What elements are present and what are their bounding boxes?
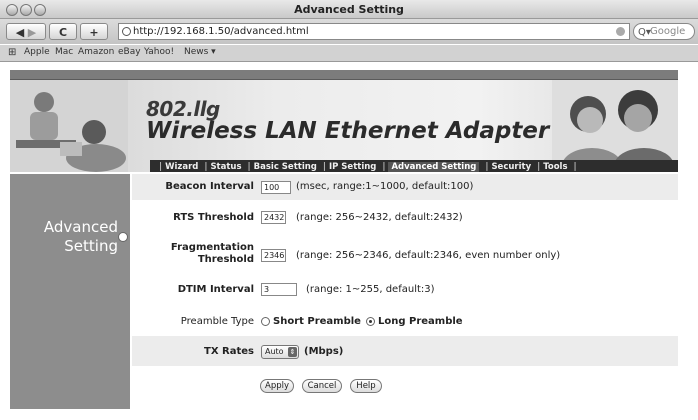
rts-threshold-hint: (range: 256~2432, default:2432) xyxy=(296,212,463,223)
fragmentation-threshold-input[interactable]: 2346 xyxy=(261,249,286,262)
preamble-type-label: Preamble Type xyxy=(180,316,254,327)
bookmark-news[interactable]: News ▾ xyxy=(184,47,216,57)
reload-button[interactable]: C xyxy=(49,23,77,40)
short-preamble-label[interactable]: Short Preamble xyxy=(273,316,361,327)
banner-people-left-image xyxy=(10,80,128,172)
search-icon: Q▾ xyxy=(638,27,651,38)
banner-people-right-image xyxy=(552,80,678,172)
nav-tools[interactable]: Tools xyxy=(543,162,567,172)
dtim-interval-input[interactable]: 3 xyxy=(261,283,297,296)
tx-rates-label: TX Rates xyxy=(204,346,254,357)
bookmark-yahoo[interactable]: Yahoo! xyxy=(144,47,174,57)
fragmentation-threshold-hint: (range: 256~2346, default:2346, even num… xyxy=(296,250,561,261)
back-forward-button[interactable]: ◀ ▶ xyxy=(6,23,46,40)
back-arrow-icon[interactable]: ◀ xyxy=(16,26,24,39)
bullet-icon xyxy=(118,232,128,242)
main-nav: | Wizard | Status | Basic Setting | IP Setti… xyxy=(150,160,678,172)
beacon-interval-input[interactable]: 100 xyxy=(261,181,291,194)
bookmark-mac[interactable]: Mac xyxy=(55,47,73,57)
bookmarks-book-icon[interactable]: ⊞ xyxy=(8,47,16,58)
title-bar: Advanced Setting xyxy=(0,0,698,19)
header-stripe xyxy=(10,70,678,80)
bookmarks-bar: ⊞ Apple Mac Amazon eBay Yahoo! News ▾ xyxy=(0,45,698,62)
long-preamble-label[interactable]: Long Preamble xyxy=(378,316,463,327)
nav-basic-setting[interactable]: Basic Setting xyxy=(254,162,317,172)
select-arrows-icon: ⇕ xyxy=(288,347,297,357)
address-bar[interactable]: http://192.168.1.50/advanced.html xyxy=(118,23,630,40)
help-button[interactable]: Help xyxy=(350,379,382,393)
fragmentation-label-line2: Threshold xyxy=(197,254,254,265)
fragmentation-label-line1: Fragmentation xyxy=(170,242,254,253)
beacon-interval-hint: (msec, range:1~1000, default:100) xyxy=(296,181,474,192)
fragmentation-threshold-label: Fragmentation Threshold xyxy=(132,242,254,266)
long-preamble-radio[interactable] xyxy=(366,317,375,326)
tx-rates-select[interactable]: Auto ⇕ xyxy=(261,345,299,359)
page-content: 802.llg Wireless LAN Ethernet Adapter | W… xyxy=(10,70,678,420)
sidebar-title-line2: Setting xyxy=(64,237,118,255)
dtim-interval-label: DTIM Interval xyxy=(177,284,254,295)
nav-wizard[interactable]: Wizard xyxy=(165,162,198,172)
rts-threshold-label: RTS Threshold xyxy=(173,212,254,223)
beacon-interval-row: Beacon Interval 100 (msec, range:1~1000,… xyxy=(132,174,678,200)
sidebar-title-line1: Advanced xyxy=(43,218,118,236)
sidebar: Advanced Setting xyxy=(10,174,130,409)
product-banner: 802.llg Wireless LAN Ethernet Adapter | W… xyxy=(10,80,678,172)
apply-button[interactable]: Apply xyxy=(260,379,294,393)
browser-window: Advanced Setting ◀ ▶ C + http://192.168.… xyxy=(0,0,698,420)
tx-rates-value: Auto xyxy=(265,347,284,356)
snapback-icon[interactable] xyxy=(616,27,625,36)
window-title: Advanced Setting xyxy=(294,3,404,16)
tx-rates-unit: (Mbps) xyxy=(304,346,344,357)
advanced-settings-form: Beacon Interval 100 (msec, range:1~1000,… xyxy=(132,174,678,409)
add-bookmark-button[interactable]: + xyxy=(80,23,108,40)
product-name: Wireless LAN Ethernet Adapter xyxy=(146,118,550,144)
nav-security[interactable]: Security xyxy=(491,162,531,172)
bookmark-amazon[interactable]: Amazon xyxy=(78,47,114,57)
rts-threshold-row: RTS Threshold 2432 (range: 256~2432, def… xyxy=(132,200,678,234)
browser-toolbar: ◀ ▶ C + http://192.168.1.50/advanced.htm… xyxy=(0,19,698,44)
short-preamble-radio[interactable] xyxy=(261,317,270,326)
search-placeholder: Google xyxy=(650,26,686,37)
nav-ip-setting[interactable]: IP Setting xyxy=(329,162,376,172)
beacon-interval-label: Beacon Interval xyxy=(165,181,254,192)
search-input[interactable]: Q▾ Google xyxy=(633,23,695,40)
bookmark-apple[interactable]: Apple xyxy=(24,47,50,57)
url-text: http://192.168.1.50/advanced.html xyxy=(133,26,309,37)
cancel-button[interactable]: Cancel xyxy=(302,379,342,393)
tx-rates-row: TX Rates Auto ⇕ (Mbps) xyxy=(132,336,678,366)
preamble-type-row: Preamble Type Short Preamble Long Preamb… xyxy=(132,306,678,336)
sidebar-title: Advanced Setting xyxy=(10,218,118,256)
dtim-interval-row: DTIM Interval 3 (range: 1~255, default:3… xyxy=(132,276,678,306)
bookmark-ebay[interactable]: eBay xyxy=(118,47,141,57)
dtim-interval-hint: (range: 1~255, default:3) xyxy=(306,284,435,295)
globe-icon xyxy=(122,27,131,36)
nav-status[interactable]: Status xyxy=(210,162,241,172)
rts-threshold-input[interactable]: 2432 xyxy=(261,211,286,224)
fragmentation-threshold-row: Fragmentation Threshold 2346 (range: 256… xyxy=(132,234,678,276)
nav-advanced-setting[interactable]: Advanced Setting xyxy=(388,162,480,172)
